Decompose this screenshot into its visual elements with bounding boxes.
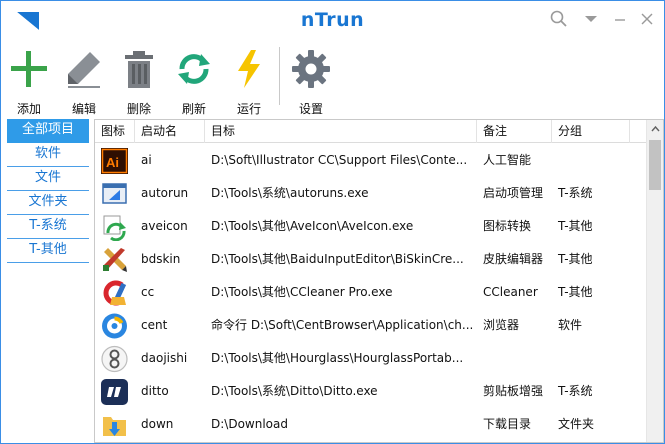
table-row[interactable]: cc D:\Tools\其他\CCleaner Pro.exe CCleaner…	[95, 276, 647, 309]
delete-button[interactable]: 删除	[113, 45, 165, 116]
row-note: 皮肤编辑器	[483, 252, 544, 266]
sidebar-item-software[interactable]: 软件	[7, 143, 89, 167]
column-header-target[interactable]: 目标	[205, 120, 477, 143]
row-note: 浏览器	[483, 318, 520, 332]
hourglass-icon	[101, 345, 128, 373]
run-button[interactable]: 运行	[223, 45, 275, 116]
lightning-icon	[238, 50, 260, 88]
refresh-button-label: 刷新	[181, 102, 206, 116]
row-group	[552, 342, 630, 375]
illustrator-icon: Ai	[101, 148, 128, 174]
sidebar-item-t-other[interactable]: T-其他	[7, 239, 89, 263]
plus-icon	[11, 51, 47, 87]
centbrowser-icon	[102, 313, 127, 339]
category-sidebar: 全部项目 软件 文件 文件夹 T-系统 T-其他	[7, 119, 89, 263]
row-target: D:\Soft\Illustrator CC\Support Files\Con…	[211, 153, 468, 167]
row-name: cent	[141, 318, 168, 332]
row-name: autorun	[141, 186, 189, 200]
toolbar: 添加 编辑 删除 刷新 运行 设置	[1, 39, 664, 116]
close-icon[interactable]	[637, 9, 657, 29]
scroll-up-icon[interactable]	[651, 124, 660, 133]
scrollbar-thumb[interactable]	[649, 140, 661, 190]
row-group: T-系统	[558, 186, 593, 200]
row-target: D:\Tools\其他\Hourglass\HourglassPortab...	[211, 351, 464, 365]
table-row[interactable]: bdskin D:\Tools\其他\BaiduInputEditor\BiSk…	[95, 243, 647, 276]
pencil-icon	[68, 52, 100, 88]
launcher-list[interactable]: 图标 启动名 目标 备注 分组 Ai ai D:\Soft\Illustrato…	[94, 119, 664, 443]
row-target: D:\Tools\其他\CCleaner Pro.exe	[211, 285, 393, 299]
list-rows: Ai ai D:\Soft\Illustrator CC\Support Fil…	[95, 144, 647, 441]
row-group: T-系统	[558, 384, 593, 398]
table-row[interactable]: aveicon D:\Tools\其他\AveIcon\AveIcon.exe …	[95, 210, 647, 243]
table-row[interactable]: autorun D:\Tools\系统\autoruns.exe 启动项管理 T…	[95, 177, 647, 210]
row-group: T-其他	[558, 252, 593, 266]
row-name: bdskin	[141, 252, 181, 266]
column-header-note[interactable]: 备注	[477, 120, 552, 143]
bdskin-icon	[103, 248, 127, 272]
row-group	[552, 144, 630, 177]
table-row[interactable]: cent 命令行 D:\Soft\CentBrowser\Application…	[95, 309, 647, 342]
aveicon-icon	[103, 215, 126, 241]
minimize-icon[interactable]	[610, 9, 630, 29]
row-group: 文件夹	[558, 417, 595, 431]
column-header-group[interactable]: 分组	[552, 120, 630, 143]
row-note: CCleaner	[483, 285, 538, 299]
chevron-down-icon[interactable]	[581, 9, 601, 29]
sidebar-item-t-system[interactable]: T-系统	[7, 215, 89, 239]
refresh-button[interactable]: 刷新	[168, 45, 220, 116]
row-group: T-其他	[558, 285, 593, 299]
row-group: 软件	[558, 318, 583, 332]
row-note: 人工智能	[483, 153, 532, 167]
row-target: D:\Tools\其他\BaiduInputEditor\BiSkinCre..…	[211, 252, 464, 266]
title-bar[interactable]: nTrun	[1, 1, 664, 39]
row-note	[477, 342, 552, 375]
row-name: cc	[141, 285, 155, 299]
svg-text:Ai: Ai	[106, 155, 119, 170]
run-button-label: 运行	[236, 102, 261, 116]
row-name: down	[141, 417, 174, 431]
row-target: D:\Tools\系统\autoruns.exe	[211, 186, 369, 200]
list-header: 图标 启动名 目标 备注 分组	[95, 120, 647, 143]
gear-icon	[292, 50, 330, 88]
settings-button[interactable]: 设置	[285, 45, 337, 116]
app-window: nTrun 添加 编辑 删除 刷新 运行 设置 全部项目 软件 文件 文件夹 T…	[0, 0, 665, 444]
table-row[interactable]: ditto D:\Tools\系统\Ditto\Ditto.exe 剪贴板增强 …	[95, 375, 647, 408]
edit-button[interactable]: 编辑	[58, 45, 110, 116]
table-row[interactable]: daojishi D:\Tools\其他\Hourglass\Hourglass…	[95, 342, 647, 375]
row-name: daojishi	[141, 351, 188, 365]
ditto-icon	[101, 379, 128, 405]
vertical-scrollbar[interactable]	[646, 120, 663, 442]
row-name: aveicon	[141, 219, 188, 233]
sidebar-item-all[interactable]: 全部项目	[7, 119, 89, 143]
add-button-label: 添加	[16, 102, 41, 116]
column-header-name[interactable]: 启动名	[135, 120, 205, 143]
search-icon[interactable]	[549, 9, 569, 29]
column-header-icon[interactable]: 图标	[95, 120, 135, 143]
row-note: 启动项管理	[483, 186, 544, 200]
sidebar-item-files[interactable]: 文件	[7, 167, 89, 191]
row-name: ai	[141, 153, 152, 167]
row-name: ditto	[141, 384, 169, 398]
settings-button-label: 设置	[298, 102, 323, 116]
row-note: 图标转换	[483, 219, 532, 233]
ccleaner-icon	[103, 280, 127, 306]
trash-icon	[125, 51, 153, 88]
autoruns-icon	[102, 183, 127, 204]
edit-button-label: 编辑	[71, 102, 96, 116]
row-target: D:\Tools\其他\AveIcon\AveIcon.exe	[211, 219, 414, 233]
table-row[interactable]: Ai ai D:\Soft\Illustrator CC\Support Fil…	[95, 144, 647, 177]
sidebar-item-folders[interactable]: 文件夹	[7, 191, 89, 215]
row-note: 剪贴板增强	[483, 384, 544, 398]
row-note: 下载目录	[483, 417, 532, 431]
delete-button-label: 删除	[126, 102, 151, 116]
refresh-icon	[178, 54, 210, 84]
download-folder-icon	[103, 417, 126, 436]
toolbar-separator	[279, 47, 280, 105]
row-target: D:\Download	[211, 417, 288, 431]
row-target: D:\Tools\系统\Ditto\Ditto.exe	[211, 384, 378, 398]
row-group: T-其他	[558, 219, 593, 233]
row-target: 命令行 D:\Soft\CentBrowser\Application\ch..…	[211, 318, 474, 332]
add-button[interactable]: 添加	[3, 45, 55, 116]
table-row[interactable]: down D:\Download 下载目录 文件夹	[95, 408, 647, 441]
